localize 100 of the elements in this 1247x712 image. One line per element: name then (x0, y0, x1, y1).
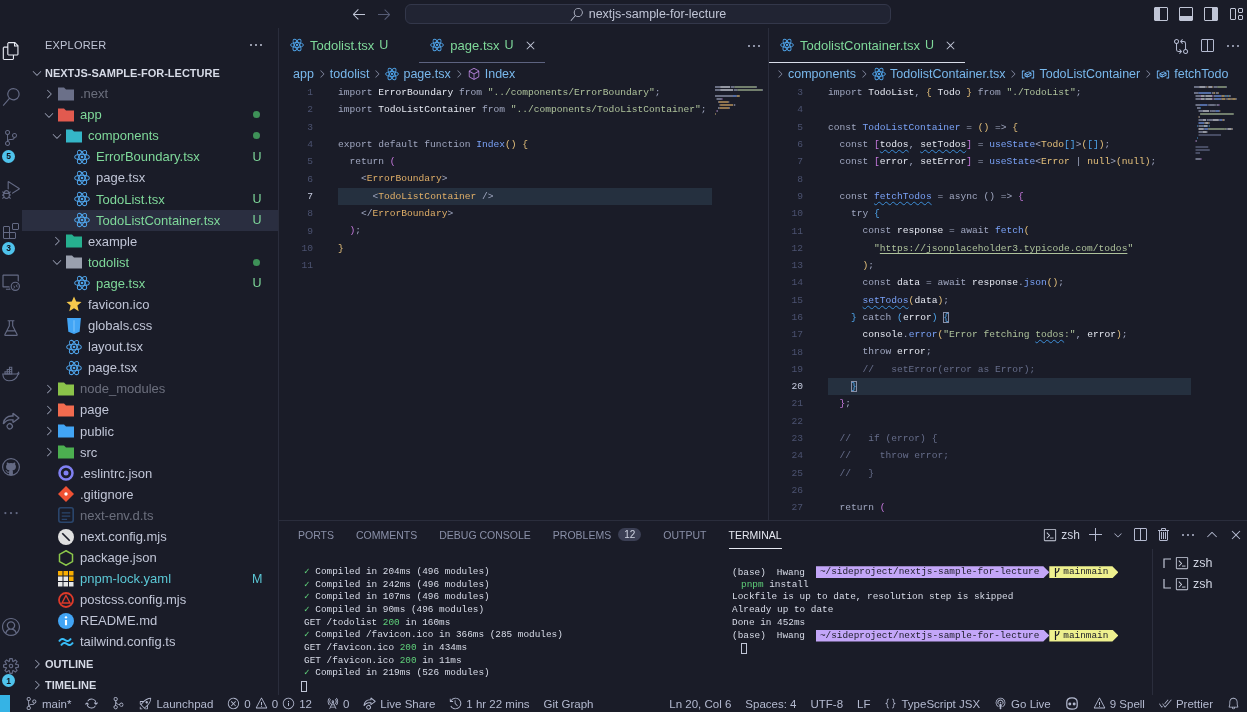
shield-icon (66, 317, 82, 334)
language-button[interactable]: TypeScript JSX (877, 695, 988, 712)
tree-item[interactable]: .eslintrc.json (22, 462, 278, 484)
breadcrumb-item[interactable]: components (788, 66, 857, 81)
breadcrumb-item[interactable]: app (293, 66, 314, 81)
history-icon (449, 697, 463, 710)
live-share-icon[interactable] (2, 411, 20, 430)
tree-item[interactable]: components (22, 125, 278, 147)
editor-tab[interactable]: Todolist.tsx U (279, 28, 420, 63)
code-line: throw error; (861, 345, 932, 360)
tree-item[interactable]: page (22, 399, 278, 421)
status-item[interactable]: LF (850, 695, 878, 712)
add-icon[interactable] (1088, 527, 1104, 543)
section-header[interactable]: TIMELINE (22, 674, 278, 695)
run-debug-icon[interactable] (2, 180, 20, 199)
tree-item[interactable]: ErrorBoundary.tsx U (22, 146, 278, 168)
folder-header[interactable]: NEXTJS-SAMPLE-FOR-LECTURE (22, 62, 278, 83)
tree-item[interactable]: next.config.mjs (22, 525, 278, 548)
split-terminal-icon[interactable] (1132, 527, 1148, 543)
sync-icon[interactable] (85, 697, 99, 710)
flask-icon[interactable] (2, 319, 20, 338)
tree-item[interactable]: postcss.config.mjs (22, 589, 278, 611)
files-icon[interactable] (2, 42, 20, 61)
terminal-line: pnpm install (741, 578, 809, 592)
tree-item[interactable]: page.tsx (22, 357, 278, 379)
line-number: 27 (790, 502, 803, 514)
tree-item[interactable]: tailwind.config.ts (22, 631, 278, 653)
tree-item[interactable]: page.tsx (22, 167, 278, 189)
panel-tab[interactable]: TERMINAL (728, 521, 782, 549)
tree-item[interactable]: app (22, 104, 278, 126)
breadcrumb-item[interactable]: todolist (329, 66, 370, 81)
live-share-button[interactable]: Live Share (356, 695, 443, 712)
panel-tab[interactable]: PROBLEMS 12 (552, 521, 642, 549)
panel-tab[interactable]: PORTS (298, 521, 334, 549)
terminal-list-item[interactable]: zsh (1153, 552, 1247, 573)
split-editor-icon[interactable] (1199, 37, 1215, 54)
github-icon[interactable] (2, 457, 20, 476)
editor-tab[interactable]: page.tsx U (419, 28, 545, 63)
tree-item[interactable]: globals.css (22, 315, 278, 337)
line-number: 16 (790, 312, 803, 323)
line-number: 4 (306, 139, 313, 151)
tree-item[interactable]: TodoList.tsx U (22, 188, 278, 210)
tree-item[interactable]: pnpm-lock.yaml M (22, 568, 278, 590)
problems-button[interactable]: 0 0 12 (220, 695, 319, 712)
terminal-icon (1175, 576, 1189, 591)
extensions-icon[interactable] (3, 222, 19, 239)
status-item[interactable]: Git Graph (536, 695, 601, 712)
prompt-path-segment: ~/sideproject/nextjs-sample-for-lecture (815, 629, 1050, 642)
remote-explorer-icon[interactable] (2, 273, 20, 292)
search-icon[interactable] (2, 88, 20, 107)
tree-item[interactable]: page.tsx U (22, 272, 278, 294)
tree-item[interactable]: .gitignore (22, 483, 278, 505)
go-live-button[interactable]: Go Live (987, 695, 1058, 712)
tree-item[interactable]: README.md (22, 610, 278, 632)
tree-item[interactable]: public (22, 420, 278, 442)
section-header[interactable]: OUTLINE (22, 653, 278, 674)
terminal-list-item[interactable]: zsh (1153, 573, 1247, 594)
tree-item[interactable]: example (22, 230, 278, 252)
compare-icon[interactable] (1173, 37, 1189, 54)
breadcrumb-item[interactable]: TodoListContainer (1021, 66, 1141, 81)
branch-button[interactable]: main* (18, 695, 79, 712)
panel-toggle-icon[interactable] (1178, 6, 1194, 22)
ports-button[interactable]: 0 (318, 695, 357, 712)
formatter-button[interactable]: Prettier (1151, 695, 1220, 712)
breadcrumb-item[interactable]: fetchTodo (1156, 66, 1229, 81)
secondary-sidebar-toggle-icon[interactable] (1203, 6, 1219, 22)
source-control-icon[interactable] (3, 130, 19, 147)
branches-icon[interactable] (112, 697, 126, 710)
breadcrumb-item[interactable]: TodolistContainer.tsx (872, 66, 1006, 81)
code-line: // } (838, 466, 875, 481)
line-number: 4 (796, 104, 803, 116)
layout-icon[interactable] (1228, 6, 1244, 22)
tree-item[interactable]: layout.tsx (22, 336, 278, 358)
tree-item[interactable]: favicon.ico (22, 293, 278, 316)
status-item[interactable]: UTF-8 (803, 695, 851, 712)
trash-icon[interactable] (1156, 527, 1172, 543)
tree-item[interactable]: TodoListContainer.tsx U (22, 209, 278, 231)
tree-item[interactable]: package.json (22, 547, 278, 569)
sidebar-toggle-icon[interactable] (1153, 6, 1169, 22)
tree-item[interactable]: todolist (22, 251, 278, 273)
assistant-icon[interactable] (1064, 697, 1079, 710)
editor-tab[interactable]: TodolistContainer.tsx U (769, 28, 965, 63)
status-item[interactable]: Spaces: 4 (738, 695, 804, 712)
account-icon[interactable] (2, 617, 20, 636)
panel-tab[interactable]: OUTPUT (663, 521, 707, 549)
breadcrumb-item[interactable]: Index (466, 66, 516, 81)
panel-tab[interactable]: COMMENTS (356, 521, 418, 549)
status-item[interactable]: Ln 20, Col 6 (662, 695, 739, 712)
launchpad-button[interactable]: Launchpad (132, 695, 221, 712)
breadcrumb-item[interactable]: page.tsx (385, 66, 451, 81)
search-field[interactable]: nextjs-sample-for-lecture (405, 4, 891, 24)
timer-button[interactable]: 1 hr 22 mins (442, 695, 537, 712)
tree-item[interactable]: src (22, 441, 278, 463)
panel-tab[interactable]: DEBUG CONSOLE (439, 521, 531, 549)
bell-icon[interactable] (1227, 697, 1240, 710)
whale-icon[interactable] (2, 365, 20, 384)
settings-icon[interactable] (3, 658, 19, 674)
live-share-icon (363, 697, 377, 710)
shell-picker[interactable]: zsh (1043, 528, 1080, 542)
spell-check-button[interactable]: 9 Spell (1085, 695, 1152, 712)
